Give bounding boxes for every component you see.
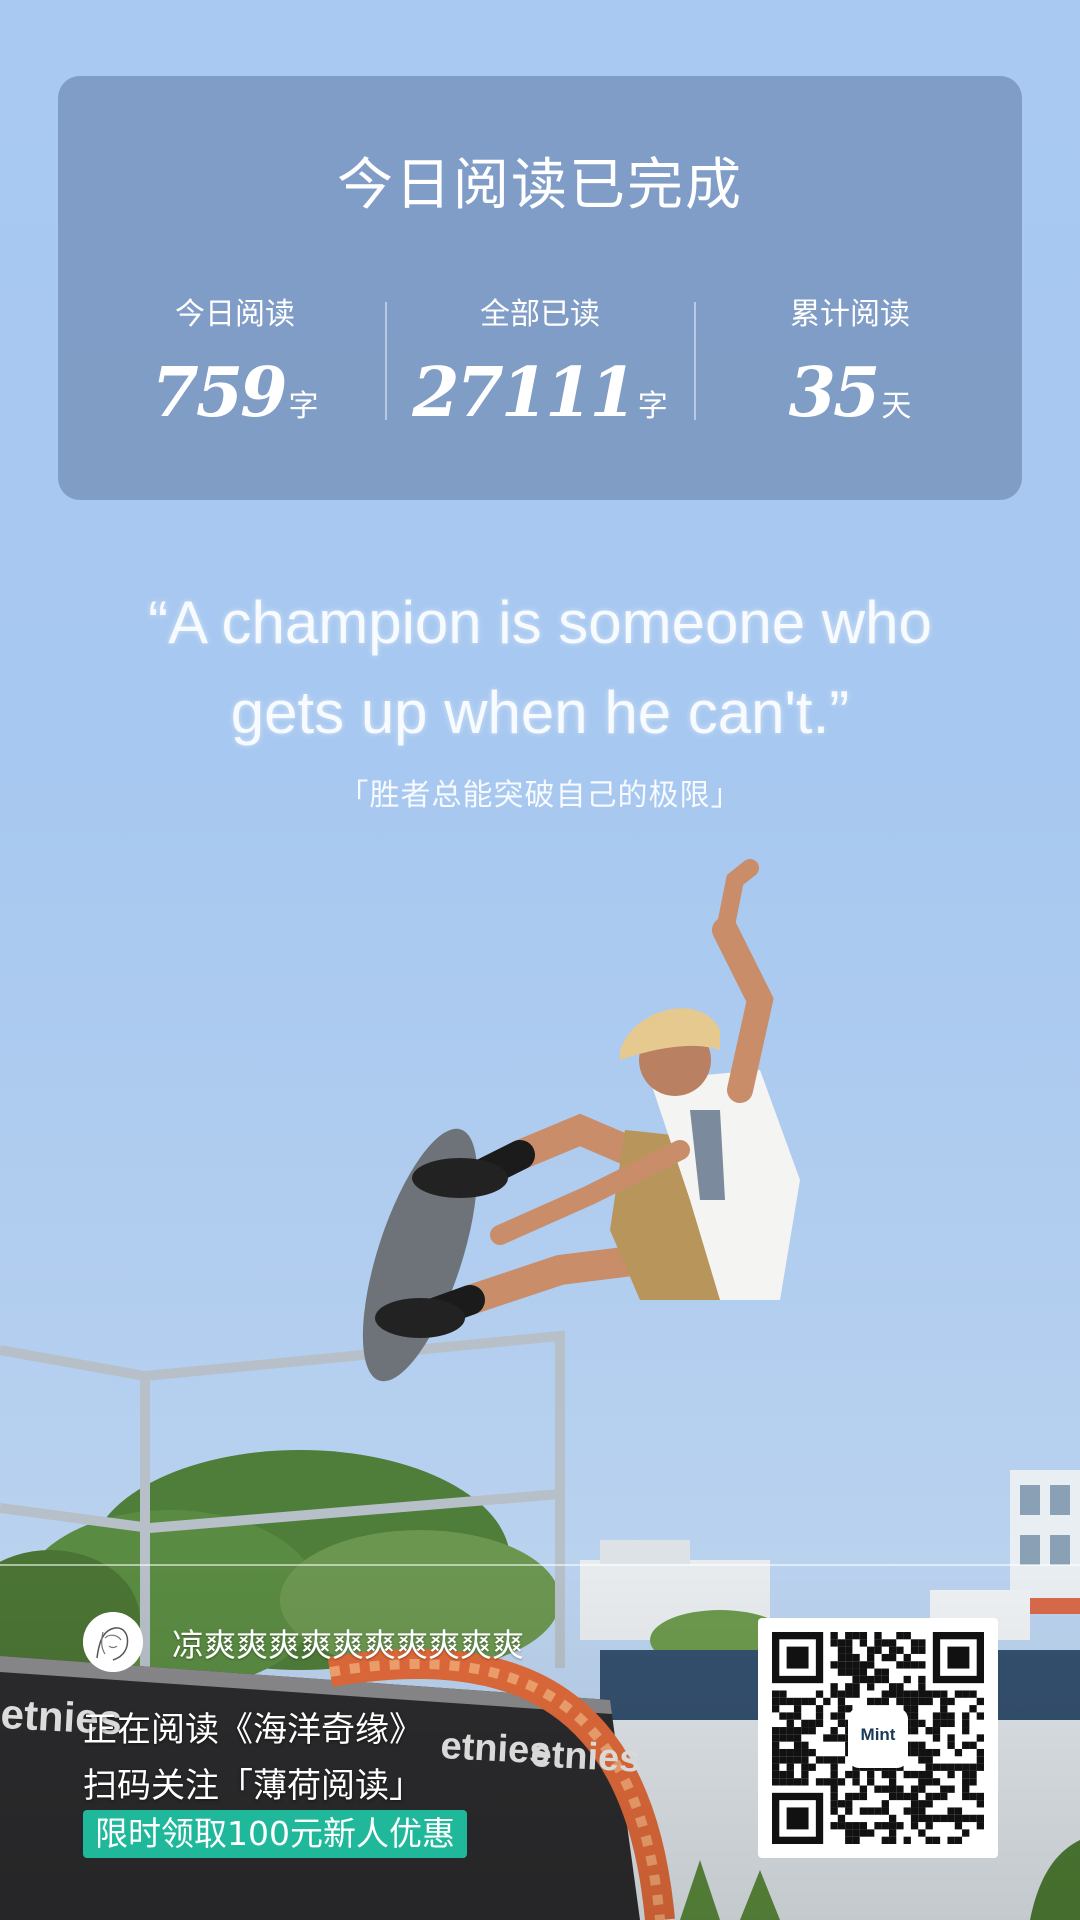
stat-divider <box>694 302 696 420</box>
stat-value: 27111 <box>412 353 637 433</box>
stat-value: 35 <box>788 353 881 433</box>
stat-label: 全部已读 <box>480 297 600 332</box>
stat-label: 今日阅读 <box>175 297 295 332</box>
card-title: 今日阅读已完成 <box>337 153 743 218</box>
currently-reading: 正在阅读《海洋奇缘》 <box>83 1710 423 1750</box>
quote-line-2: gets up when he can't.” <box>230 679 850 746</box>
stat-today: 今日阅读 759 字 <box>95 295 375 433</box>
stat-divider <box>385 302 387 420</box>
quote-chinese: 「胜者总能突破自己的极限」 <box>338 778 742 813</box>
stat-total-read: 全部已读 27111 字 <box>400 295 680 433</box>
stat-value: 759 <box>151 353 288 433</box>
username: 凉爽爽爽爽爽爽爽爽爽爽 <box>172 1626 525 1664</box>
stat-unit: 天 <box>881 389 912 424</box>
follow-prompt: 扫码关注「薄荷阅读」 <box>83 1766 423 1806</box>
user-avatar <box>83 1612 143 1672</box>
stat-label: 累计阅读 <box>790 297 910 332</box>
quote-line-1: “A champion is someone who <box>148 589 932 656</box>
stat-days: 累计阅读 35 天 <box>710 295 990 433</box>
stat-unit: 字 <box>637 389 668 424</box>
stat-unit: 字 <box>288 389 319 424</box>
mint-logo-text: Mint <box>860 1725 896 1744</box>
mint-logo: Mint <box>851 1711 905 1765</box>
sketch-portrait-icon <box>83 1612 143 1672</box>
qr-code[interactable]: Mint <box>758 1618 998 1858</box>
skateboarder <box>362 859 800 1382</box>
quote-english: “A champion is someone who gets up when … <box>40 578 1040 758</box>
divider-line <box>0 1564 1080 1566</box>
promo-badge[interactable]: 限时领取100元新人优惠 <box>83 1810 467 1858</box>
